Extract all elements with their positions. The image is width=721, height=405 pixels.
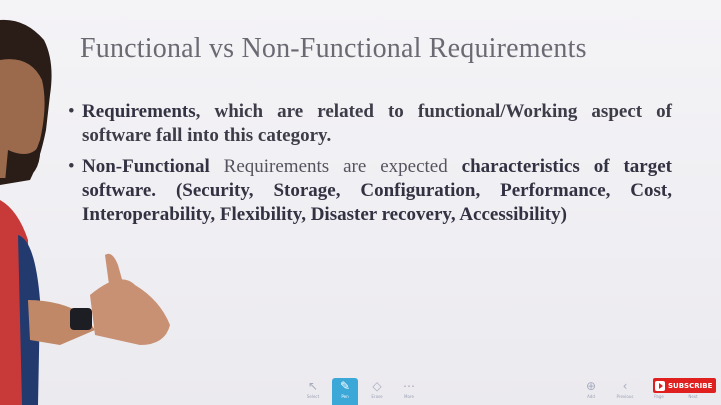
select-icon: ↖: [307, 379, 319, 393]
tool-page-label: Page: [654, 394, 664, 399]
tool-select-label: Select: [306, 394, 320, 399]
tool-pen-label: Pen: [341, 394, 349, 399]
tool-add-page[interactable]: ⊕ Add: [578, 378, 604, 405]
previous-icon: ‹: [622, 379, 628, 393]
presenter-figure: [0, 19, 170, 405]
tool-more-label: More: [404, 394, 414, 399]
tool-next-label: Next: [688, 394, 698, 399]
eraser-icon: ◇: [372, 379, 382, 393]
subscribe-button[interactable]: SUBSCRIBE: [653, 378, 717, 393]
pen-icon: ✎: [339, 379, 351, 393]
more-icon: ⋯: [403, 379, 415, 393]
youtube-play-icon: [655, 380, 665, 391]
tool-add-label: Add: [587, 394, 595, 399]
tool-erase-label: Erase: [371, 394, 383, 399]
tool-more[interactable]: ⋯ More: [396, 378, 422, 405]
tool-pen[interactable]: ✎ Pen: [332, 378, 358, 405]
tool-previous-label: Previous: [616, 394, 634, 399]
tool-erase[interactable]: ◇ Erase: [364, 378, 390, 405]
subscribe-label: SUBSCRIBE: [668, 381, 713, 390]
tool-previous[interactable]: ‹ Previous: [612, 378, 638, 405]
whiteboard-toolbar: ↖ Select ✎ Pen ◇ Erase ⋯ More: [300, 378, 422, 405]
add-icon: ⊕: [585, 379, 597, 393]
tool-select[interactable]: ↖ Select: [300, 378, 326, 405]
bullet-2-middle: Requirements are expected: [209, 156, 462, 177]
